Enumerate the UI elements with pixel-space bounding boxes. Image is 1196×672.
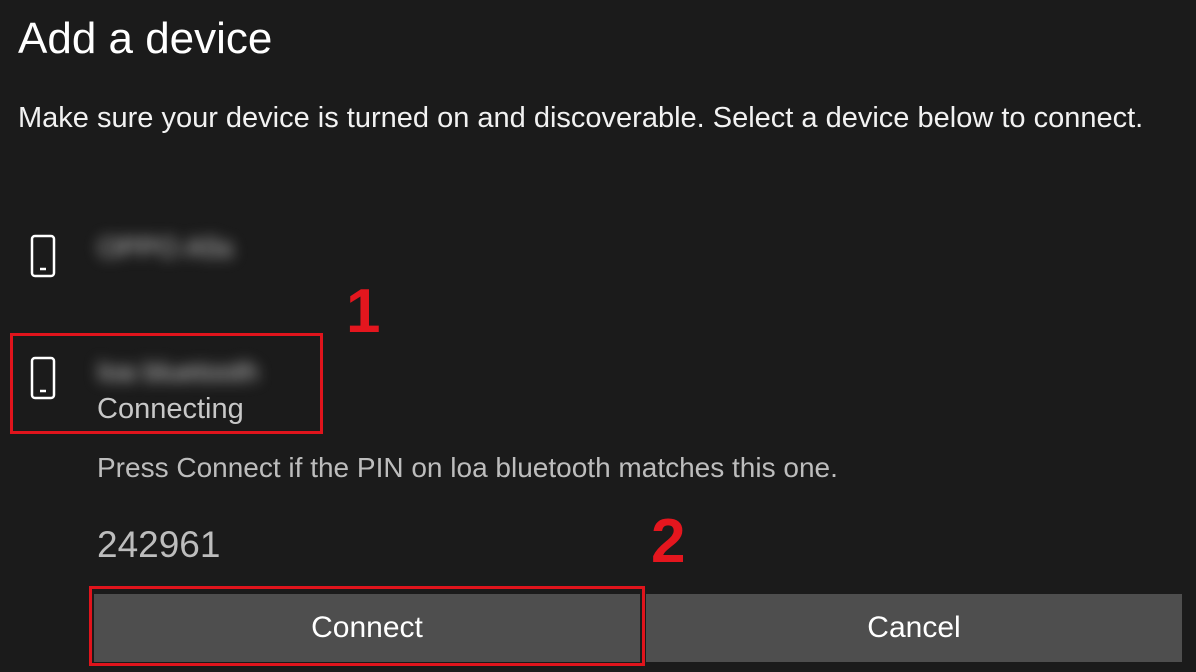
step-2-highlight-box [89,586,645,666]
phone-icon [30,234,56,278]
step-2-marker: 2 [651,507,686,576]
pin-code: 242961 [97,524,221,565]
step-1-marker: 1 [346,277,381,346]
device-name: OPPO A5s [98,232,234,263]
device-item-1[interactable]: OPPO A5s [20,228,340,292]
dialog-subtitle: Make sure your device is turned on and d… [18,102,1144,134]
cancel-button[interactable]: Cancel [646,594,1182,662]
dialog-title: Add a device [18,14,273,63]
step-1-highlight-box [10,333,323,434]
pin-hint: Press Connect if the PIN on loa bluetoot… [97,452,838,483]
